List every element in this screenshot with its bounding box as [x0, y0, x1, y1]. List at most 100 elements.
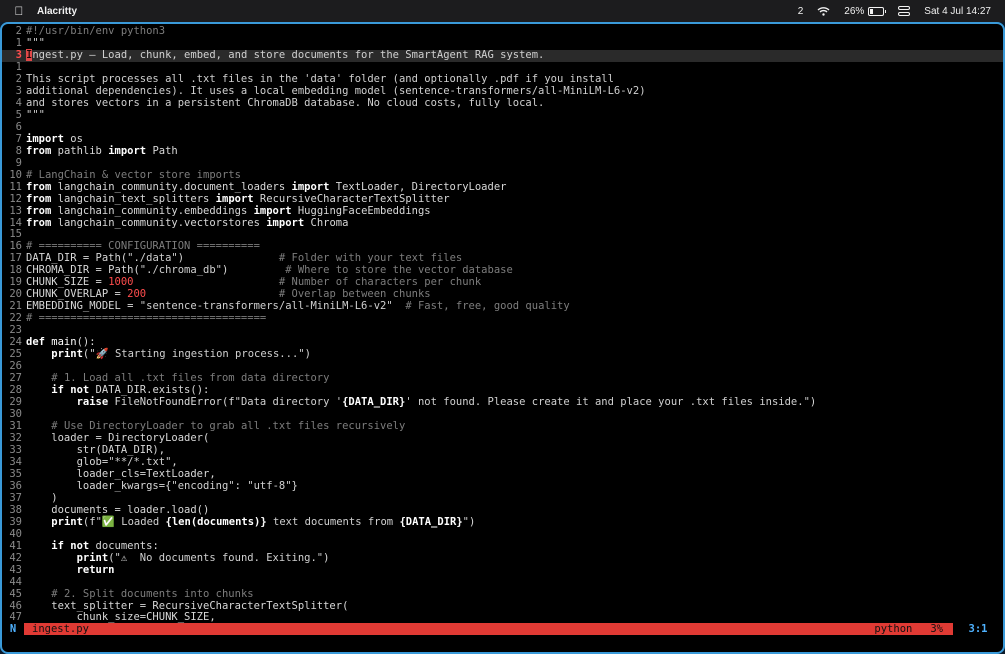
- code-token: 200: [127, 288, 147, 301]
- code-line[interactable]: 36 loader_kwargs={"encoding": "utf-8"}: [2, 479, 1003, 493]
- code-text: raise FileNotFoundError(f"Data directory…: [22, 396, 817, 409]
- code-token: if not: [51, 384, 90, 397]
- code-token: langchain_community.embeddings: [51, 204, 254, 217]
- code-token: Path: [146, 144, 178, 157]
- code-line[interactable]: 4 and stores vectors in a persistent Chro…: [2, 96, 1003, 110]
- active-app-name[interactable]: Alacritty: [37, 6, 77, 17]
- code-token: main: [44, 336, 77, 349]
- line-number: 4: [15, 96, 22, 109]
- code-token: # Fast, free, good quality: [405, 300, 570, 313]
- code-token: from: [26, 180, 52, 193]
- line-number: 12: [9, 192, 22, 205]
- code-line[interactable]: 39 print(f"✅ Loaded {len(documents)} tex…: [2, 515, 1003, 529]
- code-token: chunk_size=CHUNK_SIZE,: [26, 611, 216, 624]
- line-number: 7: [15, 132, 22, 145]
- line-number: 10: [9, 168, 22, 181]
- battery-percent: 26%: [844, 5, 865, 17]
- code-editor[interactable]: 2 #!/usr/bin/env python3 1 """ 3 Ingest.py — …: [2, 25, 1003, 624]
- code-text: and stores vectors in a persistent Chrom…: [22, 96, 545, 110]
- code-token: # ====================================: [26, 312, 267, 325]
- line-number: 9: [15, 156, 22, 169]
- code-token: documents:: [89, 539, 159, 552]
- code-token: glob=: [26, 455, 109, 468]
- code-token: text_splitter = RecursiveCharacterTextSp…: [26, 599, 349, 612]
- status-scroll-percent: 3%: [930, 623, 943, 635]
- code-line[interactable]: 22 # ====================================: [2, 312, 1003, 325]
- code-token: ():: [76, 336, 96, 349]
- code-token: import: [266, 216, 305, 229]
- line-number: 13: [9, 204, 22, 217]
- line-number: 37: [9, 491, 22, 504]
- code-token: ): [221, 264, 286, 277]
- code-token: print: [76, 551, 109, 564]
- code-token: import: [291, 180, 330, 193]
- code-token: {DATA_DIR}: [399, 515, 463, 528]
- code-token: print: [51, 348, 83, 361]
- code-text: from pathlib import Path: [22, 144, 178, 158]
- status-line: N ingest.py python 3% 3:1: [2, 623, 1003, 635]
- code-token: if not: [51, 539, 90, 552]
- code-token: EMBEDDING_MODEL =: [26, 300, 140, 313]
- terminal-window[interactable]: 2 #!/usr/bin/env python3 1 """ 3 Ingest.py — …: [0, 22, 1005, 654]
- code-token: 1000: [108, 276, 134, 289]
- code-line[interactable]: 5 """: [2, 109, 1003, 122]
- code-token: langchain_community.document_loaders: [51, 180, 292, 193]
- code-token: "🚀 Starting ingestion process...": [89, 348, 305, 361]
- code-line[interactable]: 23: [2, 324, 1003, 337]
- code-text: from langchain_community.vectorstores im…: [22, 216, 348, 230]
- code-token: and stores vectors in a persistent Chrom…: [26, 96, 545, 109]
- code-line[interactable]: 8 from pathlib import Path: [2, 144, 1003, 158]
- code-token: import: [253, 204, 292, 217]
- code-line[interactable]: 29 raise FileNotFoundError(f"Data direct…: [2, 396, 1003, 409]
- code-token: }: [291, 479, 298, 492]
- code-token: # ========== CONFIGURATION ==========: [26, 240, 260, 253]
- line-number: 43: [9, 563, 22, 576]
- line-number: 39: [9, 515, 22, 528]
- code-token: DATA_DIR.exists():: [89, 384, 210, 397]
- code-text: """: [22, 109, 45, 122]
- code-line[interactable]: 2 #!/usr/bin/env python3: [2, 25, 1003, 38]
- vim-mode-indicator: N: [2, 623, 24, 635]
- code-token: DATA_DIR = Path(: [26, 252, 128, 265]
- code-token: FileNotFoundError(f: [108, 396, 235, 409]
- code-line[interactable]: 42 print("⚠ No documents found. Exiting.…: [2, 551, 1003, 565]
- code-token: documents = loader.load(): [26, 503, 210, 516]
- menu-bar-clock[interactable]: Sat 4 Jul 14:27: [924, 6, 991, 17]
- code-text: return: [22, 564, 115, 577]
- code-token: ): [177, 252, 279, 265]
- code-token: {len(documents)}: [165, 515, 267, 528]
- code-token: langchain_text_splitters: [51, 192, 216, 205]
- code-token: loader_kwargs={: [26, 479, 172, 492]
- wifi-icon[interactable]: [817, 6, 830, 16]
- code-line[interactable]: 25 print("🚀 Starting ingestion process..…: [2, 348, 1003, 361]
- code-line[interactable]: 43 return: [2, 563, 1003, 577]
- notification-count-badge[interactable]: 2: [798, 6, 804, 17]
- line-number: 44: [9, 575, 22, 588]
- status-filetype: python: [874, 623, 913, 635]
- battery-status[interactable]: 26%: [844, 5, 887, 17]
- code-text: loader_kwargs={"encoding": "utf-8"}: [22, 479, 298, 493]
- code-token: text documents from: [266, 515, 400, 528]
- code-token: additional dependencies). It uses a loca…: [26, 84, 646, 97]
- code-line[interactable]: 3 Ingest.py — Load, chunk, embed, and sto…: [2, 48, 1003, 62]
- code-line[interactable]: 6: [2, 121, 1003, 134]
- code-token: # Number of characters per chunk: [278, 276, 482, 289]
- code-token: This script processes all .txt files in …: [26, 72, 614, 85]
- apple-logo-icon[interactable]: : [13, 4, 25, 18]
- code-token: CHUNK_OVERLAP =: [26, 288, 128, 301]
- battery-icon: [868, 6, 887, 16]
- code-token: # Use DirectoryLoader to grab all .txt f…: [51, 419, 406, 432]
- control-center-icon[interactable]: [898, 6, 911, 16]
- code-token: "./chroma_db": [139, 264, 222, 277]
- status-filename: ingest.py: [32, 623, 89, 635]
- code-line[interactable]: 14 from langchain_community.vectorstores …: [2, 216, 1003, 230]
- code-text: print("🚀 Starting ingestion process..."): [22, 348, 311, 361]
